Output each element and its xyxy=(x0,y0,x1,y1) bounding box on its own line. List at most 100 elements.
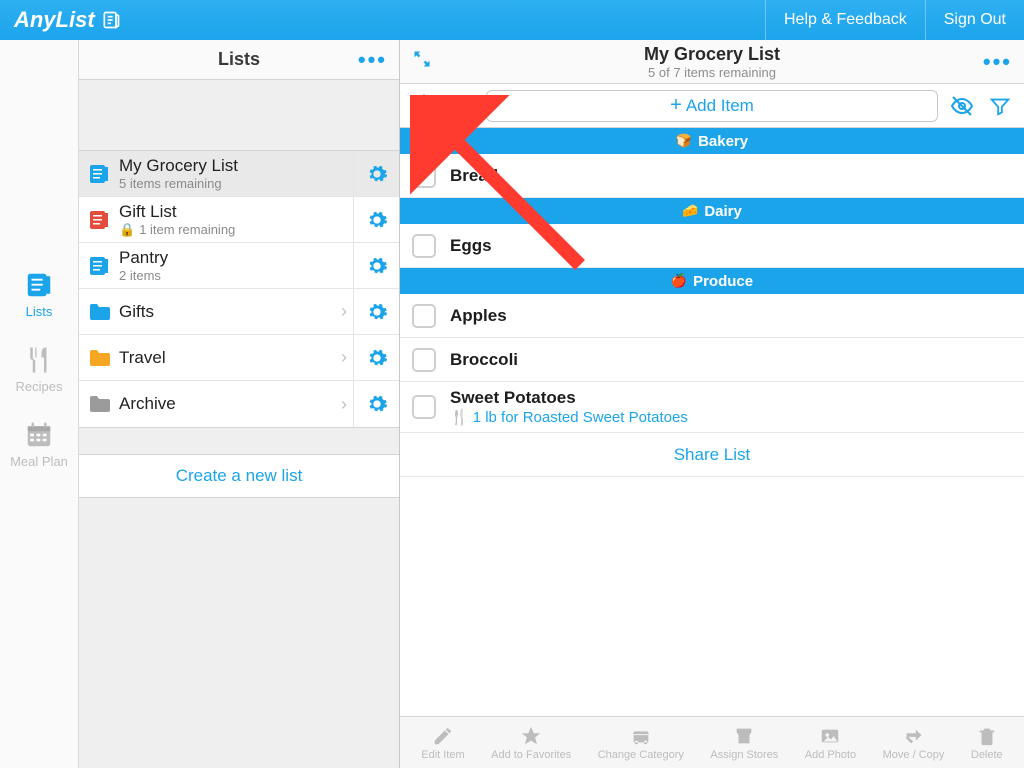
item-name: Apples xyxy=(450,306,507,326)
assign-stores-button[interactable]: Assign Stores xyxy=(710,725,778,761)
nav-rail: Lists Recipes Meal Plan xyxy=(0,40,79,768)
list-row[interactable]: Gift List🔒1 item remaining xyxy=(79,197,399,243)
list-row-title: Pantry xyxy=(119,248,353,268)
list-row-icon xyxy=(79,346,119,370)
chevron-right-icon: › xyxy=(335,347,353,368)
cheese-icon: 🧀 xyxy=(682,203,698,219)
category-name: Bakery xyxy=(698,133,748,150)
add-item-label: Add Item xyxy=(686,96,754,116)
nav-meal-plan[interactable]: Meal Plan xyxy=(10,420,68,469)
filter-icon[interactable] xyxy=(986,92,1014,120)
lists-icon xyxy=(24,270,54,300)
item-name: Eggs xyxy=(450,236,492,256)
list-item[interactable]: Bread xyxy=(400,154,1024,198)
signout-label: Sign Out xyxy=(944,11,1006,29)
item-note: 🍴1 lb for Roasted Sweet Potatoes xyxy=(450,408,688,426)
detail-header: My Grocery List 5 of 7 items remaining •… xyxy=(400,40,1024,84)
item-checkbox[interactable] xyxy=(412,234,436,258)
list-row-title: My Grocery List xyxy=(119,156,353,176)
chevron-right-icon: › xyxy=(335,394,353,415)
item-name: Broccoli xyxy=(450,350,518,370)
recent-icon[interactable] xyxy=(448,92,476,120)
fav-label: Add to Favorites xyxy=(491,749,571,761)
list-settings-button[interactable] xyxy=(353,243,399,289)
create-list-button[interactable]: Create a new list xyxy=(79,454,399,498)
edit-item-button[interactable]: Edit Item xyxy=(421,725,464,761)
category-name: Produce xyxy=(693,273,753,290)
app-name: AnyList xyxy=(14,7,95,33)
move-label: Move / Copy xyxy=(883,749,945,761)
list-item[interactable]: Apples xyxy=(400,294,1024,338)
lists-more-button[interactable]: ••• xyxy=(358,47,387,73)
list-row[interactable]: Gifts› xyxy=(79,289,399,335)
top-bar: AnyList Help & Feedback Sign Out xyxy=(0,0,1024,40)
list-row-title: Travel xyxy=(119,348,335,368)
detail-toolbar: + Add Item xyxy=(400,84,1024,128)
nav-recipes[interactable]: Recipes xyxy=(16,345,63,394)
item-name: Sweet Potatoes xyxy=(450,388,688,408)
bread-icon: 🍞 xyxy=(676,133,692,149)
share-list-button[interactable]: Share List xyxy=(400,433,1024,477)
lock-icon: 🔒 xyxy=(119,222,135,238)
list-row-sub: 5 items remaining xyxy=(119,176,353,191)
list-row[interactable]: My Grocery List5 items remaining xyxy=(79,151,399,197)
list-item[interactable]: Sweet Potatoes🍴1 lb for Roasted Sweet Po… xyxy=(400,382,1024,433)
list-settings-button[interactable] xyxy=(353,197,399,243)
list-settings-button[interactable] xyxy=(353,151,399,197)
add-favorites-button[interactable]: Add to Favorites xyxy=(491,725,571,761)
item-checkbox[interactable] xyxy=(412,348,436,372)
hide-icon[interactable] xyxy=(948,92,976,120)
delete-label: Delete xyxy=(971,749,1003,761)
category-header[interactable]: 🍎 Produce xyxy=(400,268,1024,294)
list-item[interactable]: Eggs xyxy=(400,224,1024,268)
list-row-icon xyxy=(79,300,119,324)
lists-title: Lists xyxy=(218,49,260,70)
lists-column: Lists ••• My Grocery List5 items remaini… xyxy=(79,40,400,768)
favorites-icon[interactable] xyxy=(410,92,438,120)
item-checkbox[interactable] xyxy=(412,164,436,188)
detail-more-button[interactable]: ••• xyxy=(983,49,1012,75)
detail-title: My Grocery List xyxy=(400,44,1024,65)
category-name: Dairy xyxy=(704,203,742,220)
list-row[interactable]: Pantry2 items xyxy=(79,243,399,289)
detail-subtitle: 5 of 7 items remaining xyxy=(400,65,1024,80)
list-settings-button[interactable] xyxy=(353,381,399,427)
category-header[interactable]: 🍞 Bakery xyxy=(400,128,1024,154)
item-name: Bread xyxy=(450,166,498,186)
help-feedback-button[interactable]: Help & Feedback xyxy=(765,0,925,40)
category-header[interactable]: 🧀 Dairy xyxy=(400,198,1024,224)
move-copy-button[interactable]: Move / Copy xyxy=(883,725,945,761)
list-row-title: Archive xyxy=(119,394,335,414)
edit-item-label: Edit Item xyxy=(421,749,464,761)
list-row-sub: 2 items xyxy=(119,268,353,283)
nav-lists[interactable]: Lists xyxy=(24,270,54,319)
apple-icon: 🍎 xyxy=(671,273,687,289)
list-row-title: Gift List xyxy=(119,202,353,222)
delete-button[interactable]: Delete xyxy=(971,725,1003,761)
add-photo-button[interactable]: Add Photo xyxy=(805,725,856,761)
lists-header: Lists ••• xyxy=(79,40,399,80)
list-settings-button[interactable] xyxy=(353,335,399,381)
list-row[interactable]: Archive› xyxy=(79,381,399,427)
sign-out-button[interactable]: Sign Out xyxy=(925,0,1024,40)
list-row-icon xyxy=(79,392,119,416)
list-settings-button[interactable] xyxy=(353,289,399,335)
list-row-icon xyxy=(79,254,119,278)
bottom-toolbar: Edit Item Add to Favorites Change Catego… xyxy=(400,716,1024,768)
nav-recipes-label: Recipes xyxy=(16,379,63,394)
recipes-icon xyxy=(24,345,54,375)
cat-label: Change Category xyxy=(598,749,684,761)
add-item-input[interactable]: + Add Item xyxy=(486,90,938,122)
change-category-button[interactable]: Change Category xyxy=(598,725,684,761)
list-item[interactable]: Broccoli xyxy=(400,338,1024,382)
expand-icon[interactable] xyxy=(412,49,432,74)
nav-mealplan-label: Meal Plan xyxy=(10,454,68,469)
list-row-title: Gifts xyxy=(119,302,335,322)
detail-pane: My Grocery List 5 of 7 items remaining •… xyxy=(400,40,1024,768)
item-list: 🍞 Bakery Bread 🧀 Dairy Eggs 🍎 Produce Apples Broc… xyxy=(400,128,1024,716)
help-label: Help & Feedback xyxy=(784,11,907,29)
list-row-sub: 🔒1 item remaining xyxy=(119,222,353,238)
item-checkbox[interactable] xyxy=(412,304,436,328)
item-checkbox[interactable] xyxy=(412,395,436,419)
list-row[interactable]: Travel› xyxy=(79,335,399,381)
